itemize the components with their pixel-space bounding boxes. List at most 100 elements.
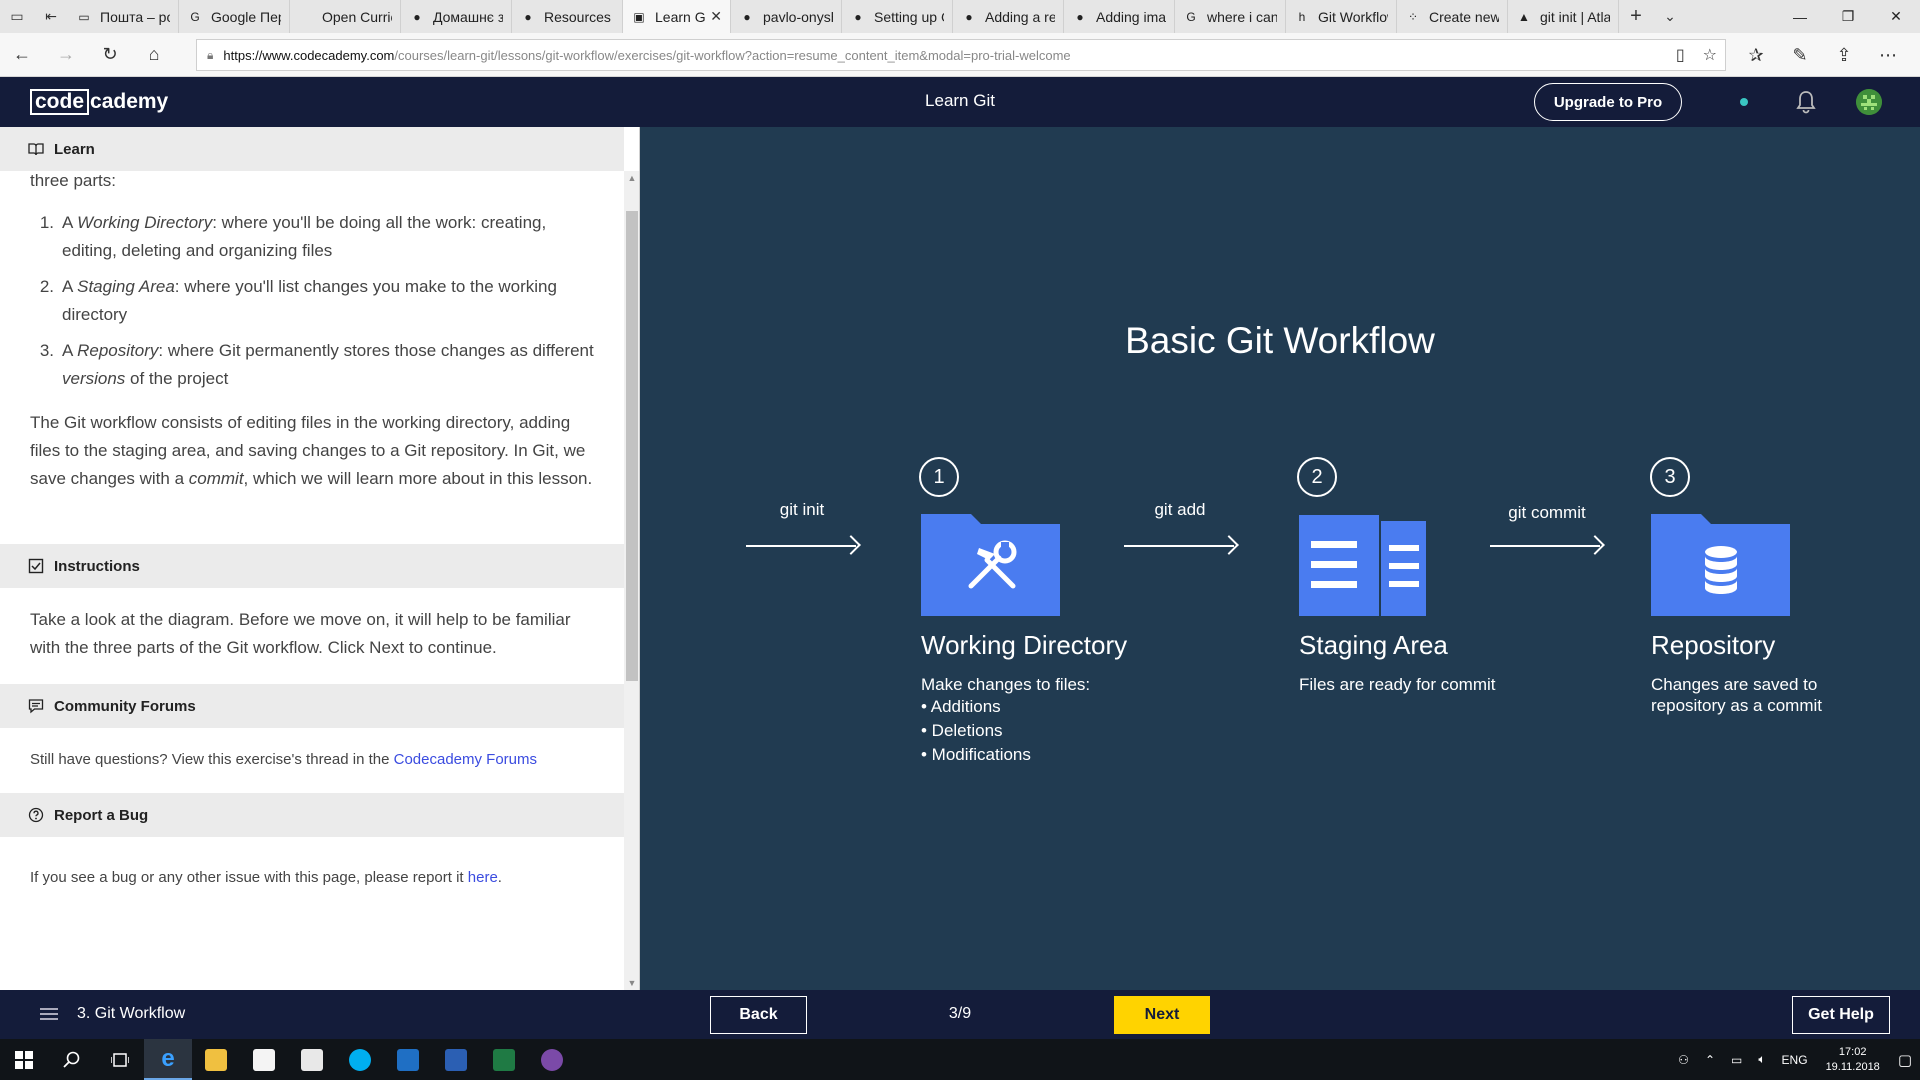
language-indicator[interactable]: ENG [1782,1053,1808,1067]
help-circle-icon [28,807,44,823]
codecademy-forums-link[interactable]: Codecademy Forums [394,751,537,768]
get-help-button[interactable]: Get Help [1792,996,1890,1034]
bell-icon[interactable] [1794,89,1818,115]
windows-taskbar: e ⚇ ⌃ ▭ 🔈︎ ENG 17:02 19.11.2018 ▢ [0,1039,1920,1080]
browser-tab[interactable]: ⁘ Create new g [1397,0,1508,33]
excel-icon[interactable] [480,1039,528,1080]
volume-icon[interactable]: 🔈︎ [1758,1052,1765,1067]
git-init-arrow [746,545,856,547]
learn-section-header[interactable]: Learn [0,127,624,171]
working-directory-title: Working Directory [921,630,1128,660]
browser-tab[interactable]: ● Adding a rep [953,0,1064,33]
scrollbar-thumb[interactable] [626,211,638,681]
notifications-icon[interactable]: ▢ [1898,1051,1912,1069]
app-icon[interactable] [528,1039,576,1080]
instructions-section-header[interactable]: Instructions [0,544,624,588]
clock[interactable]: 17:02 19.11.2018 [1826,1045,1880,1075]
home-icon[interactable]: ⌂ [132,33,176,77]
workflow-paragraph: The Git workflow consists of editing fil… [30,413,593,488]
browser-tab[interactable]: G Google Пере [179,0,290,33]
browser-tab[interactable]: Gwhere i can s [1175,0,1286,33]
list-number: 3. [39,341,54,360]
browser-tab[interactable]: ● Adding imag [1064,0,1175,33]
scroll-up-icon[interactable]: ▲ [624,171,639,185]
share-icon[interactable]: ⇪ [1822,33,1866,77]
browser-tab[interactable]: ● pavlo-onysh [731,0,842,33]
left-panel-scrollbar[interactable]: ▲ ▼ [624,171,639,990]
list-item: 1. A Working Directory: where you'll be … [30,209,600,265]
browser-tab[interactable]: ● Домашнє за [401,0,512,33]
new-tab-button[interactable]: + [1619,0,1653,33]
address-bar[interactable]: 🔒︎ https://www.codecademy.com /courses/l… [196,39,1726,71]
task-view-icon[interactable] [96,1039,144,1080]
instructions-text: Take a look at the diagram. Before we mo… [30,610,571,657]
forums-heading: Community Forums [54,697,196,715]
pen-icon[interactable]: ✎ [1778,33,1822,77]
more-icon[interactable]: ⋯ [1866,33,1910,77]
browser-tab[interactable]: ▭ Пошта – por [68,0,179,33]
skype-icon[interactable] [336,1039,384,1080]
avatar[interactable] [1856,89,1882,115]
favorite-star-icon[interactable]: ☆ [1703,45,1717,65]
next-button[interactable]: Next [1114,996,1210,1034]
word-icon[interactable] [432,1039,480,1080]
forward-arrow-icon[interactable]: → [44,33,88,77]
git-init-label: git init [779,500,825,519]
tray-chevron-icon[interactable]: ⌃ [1705,1053,1715,1067]
staging-area-title: Staging Area [1299,630,1448,660]
mail-tab-icon: ▭ [78,9,90,24]
tab-preview-icon[interactable]: ▭ [0,0,34,33]
book-icon [28,143,44,156]
list-number: 1. [39,213,54,232]
restore-button[interactable]: ❐ [1824,0,1872,33]
bug-text: If you see a bug or any other issue with… [30,869,502,886]
tab-dropdown-icon[interactable]: ⌄ [1653,0,1687,33]
search-icon[interactable] [48,1039,96,1080]
git-parts-list: 1. A Working Directory: where you'll be … [30,209,600,401]
menu-icon[interactable] [40,1008,58,1020]
browser-tab[interactable]: ▣ Learn Gi ✕ [623,0,731,33]
system-tray: ⚇ ⌃ ▭ 🔈︎ ENG 17:02 19.11.2018 ▢ [1670,1039,1920,1080]
tab-title: Git Workflow [1318,8,1388,25]
outlook-icon[interactable] [384,1039,432,1080]
store-icon[interactable] [240,1039,288,1080]
report-bug-link[interactable]: here [468,869,498,886]
blank-page-icon [298,9,314,25]
upgrade-to-pro-button[interactable]: Upgrade to Pro [1534,83,1682,121]
browser-tab[interactable]: h Git Workflow [1286,0,1397,33]
browser-tab[interactable]: ● Resources to [512,0,623,33]
back-arrow-icon[interactable]: ← [0,33,44,77]
git-commit-label: git commit [1508,503,1586,522]
minimize-button[interactable]: — [1776,0,1824,33]
mail-icon[interactable] [288,1039,336,1080]
logo-code: code [30,89,90,115]
reading-view-icon[interactable]: ▯ [1676,45,1685,65]
tab-title: Learn Gi [655,8,707,25]
step-number-badge: 1 [919,457,959,497]
browser-tab[interactable]: Open Curricu [290,0,401,33]
bug-heading: Report a Bug [54,806,149,824]
community-forums-section-header[interactable]: Community Forums [0,684,624,728]
browser-tab[interactable]: ▲ git init | Atla [1508,0,1619,33]
refresh-icon[interactable]: ↻ [88,33,132,77]
favorites-icon[interactable]: ✰ [1734,33,1778,77]
close-window-button[interactable]: ✕ [1872,0,1920,33]
set-aside-tabs-icon[interactable]: ⇤ [34,0,68,33]
tab-title: Google Пере [211,8,281,25]
people-icon[interactable]: ⚇ [1678,1053,1689,1067]
diagram-title: Basic Git Workflow [1125,320,1435,361]
back-button[interactable]: Back [710,996,807,1034]
report-bug-section-header[interactable]: Report a Bug [0,793,624,837]
codecademy-logo[interactable]: code cademy [30,89,168,115]
edge-browser-icon[interactable]: e [144,1039,192,1080]
file-explorer-icon[interactable] [192,1039,240,1080]
browser-tab[interactable]: ● Setting up G [842,0,953,33]
github-icon: ● [413,9,421,24]
atlassian-icon: ▲ [1518,9,1530,24]
forums-text: Still have questions? View this exercise… [30,751,538,768]
scroll-down-icon[interactable]: ▼ [624,976,639,990]
network-icon[interactable]: ▭ [1731,1053,1742,1067]
close-tab-icon[interactable]: ✕ [706,8,722,25]
windows-start-icon[interactable] [0,1039,48,1080]
lesson-name[interactable]: 3. Git Workflow [77,1005,185,1023]
